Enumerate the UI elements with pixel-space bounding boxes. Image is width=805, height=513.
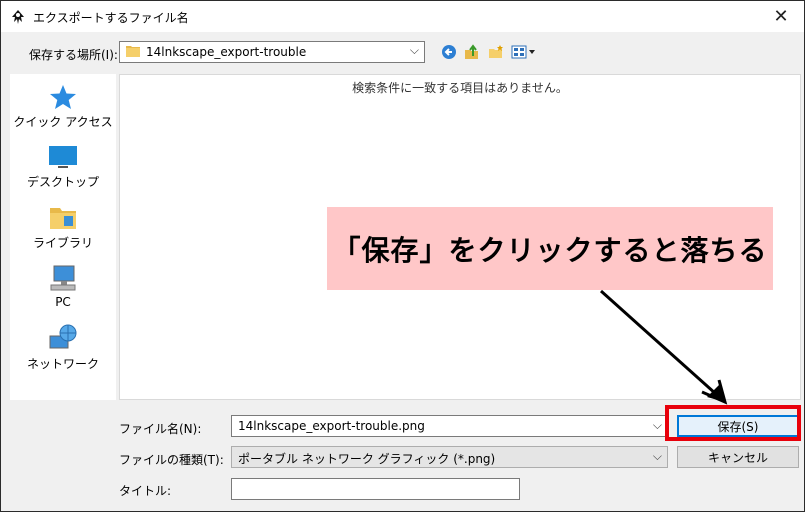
place-library[interactable]: ライブラリ: [10, 205, 116, 251]
desktop-icon: [49, 146, 77, 168]
save-location-label: 保存する場所(I):: [29, 48, 118, 62]
filename-input[interactable]: 14lnkscape_export-trouble.png ⌵: [231, 415, 668, 437]
new-folder-icon: [489, 45, 503, 58]
filetype-select[interactable]: ポータブル ネットワーク グラフィック (*.png) ⌵: [231, 446, 668, 468]
folder-icon: [126, 46, 140, 57]
chevron-down-icon: ⌵: [652, 418, 662, 432]
cancel-button-label: キャンセル: [707, 450, 768, 465]
inkscape-icon: [12, 10, 24, 24]
filetype-label: ファイルの種類(T):: [119, 453, 224, 467]
star-icon: [50, 85, 76, 109]
annotation-callout: 「保存」をクリックすると落ちる: [327, 207, 773, 290]
title-label: タイトル:: [119, 484, 172, 498]
save-highlight-box: [665, 405, 801, 441]
new-folder-button[interactable]: [485, 41, 507, 63]
close-icon: ✕: [773, 6, 789, 27]
chevron-down-icon: ⌵: [652, 449, 662, 463]
pc-icon: [50, 265, 76, 291]
chevron-down-icon: ⌵: [409, 43, 419, 57]
title-input[interactable]: [231, 478, 520, 500]
save-location-combo[interactable]: 14lnkscape_export-trouble ⌵: [119, 41, 425, 63]
cancel-button[interactable]: キャンセル: [677, 446, 799, 468]
network-icon: [49, 324, 77, 349]
close-button[interactable]: ✕: [758, 1, 804, 32]
place-quick-access[interactable]: クイック アクセス: [10, 84, 116, 130]
filetype-value: ポータブル ネットワーク グラフィック (*.png): [238, 452, 496, 466]
place-pc[interactable]: PC: [10, 264, 116, 309]
empty-message: 検索条件に一致する項目はありません。: [352, 81, 568, 95]
save-dialog: エクスポートするファイル名 ✕ 保存する場所(I): 14lnkscape_ex…: [0, 0, 805, 512]
place-label-pc: PC: [55, 295, 71, 309]
back-button[interactable]: [438, 41, 460, 63]
filename-label: ファイル名(N):: [119, 422, 202, 436]
places-bar: クイック アクセス デスクトップ ライブラリ PC ネットワーク: [10, 74, 116, 400]
place-label-library: ライブラリ: [32, 236, 93, 250]
place-label-desktop: デスクトップ: [26, 175, 99, 189]
place-network[interactable]: ネットワーク: [10, 324, 116, 372]
title-bar: エクスポートするファイル名 ✕: [1, 1, 804, 32]
annotation-text: 「保存」をクリックすると落ちる: [332, 233, 768, 267]
filename-value: 14lnkscape_export-trouble.png: [238, 419, 425, 433]
up-folder-button[interactable]: [461, 41, 483, 63]
place-label-network: ネットワーク: [26, 357, 99, 371]
back-arrow-icon: [442, 45, 456, 59]
window-title: エクスポートするファイル名: [33, 11, 189, 25]
view-menu-button[interactable]: [509, 41, 539, 63]
library-icon: [50, 208, 76, 229]
up-folder-icon: [465, 44, 478, 59]
place-desktop[interactable]: デスクトップ: [10, 144, 116, 190]
save-location-value: 14lnkscape_export-trouble: [146, 45, 307, 59]
view-menu-icon: [511, 45, 535, 59]
place-label-quick-access: クイック アクセス: [13, 115, 113, 129]
